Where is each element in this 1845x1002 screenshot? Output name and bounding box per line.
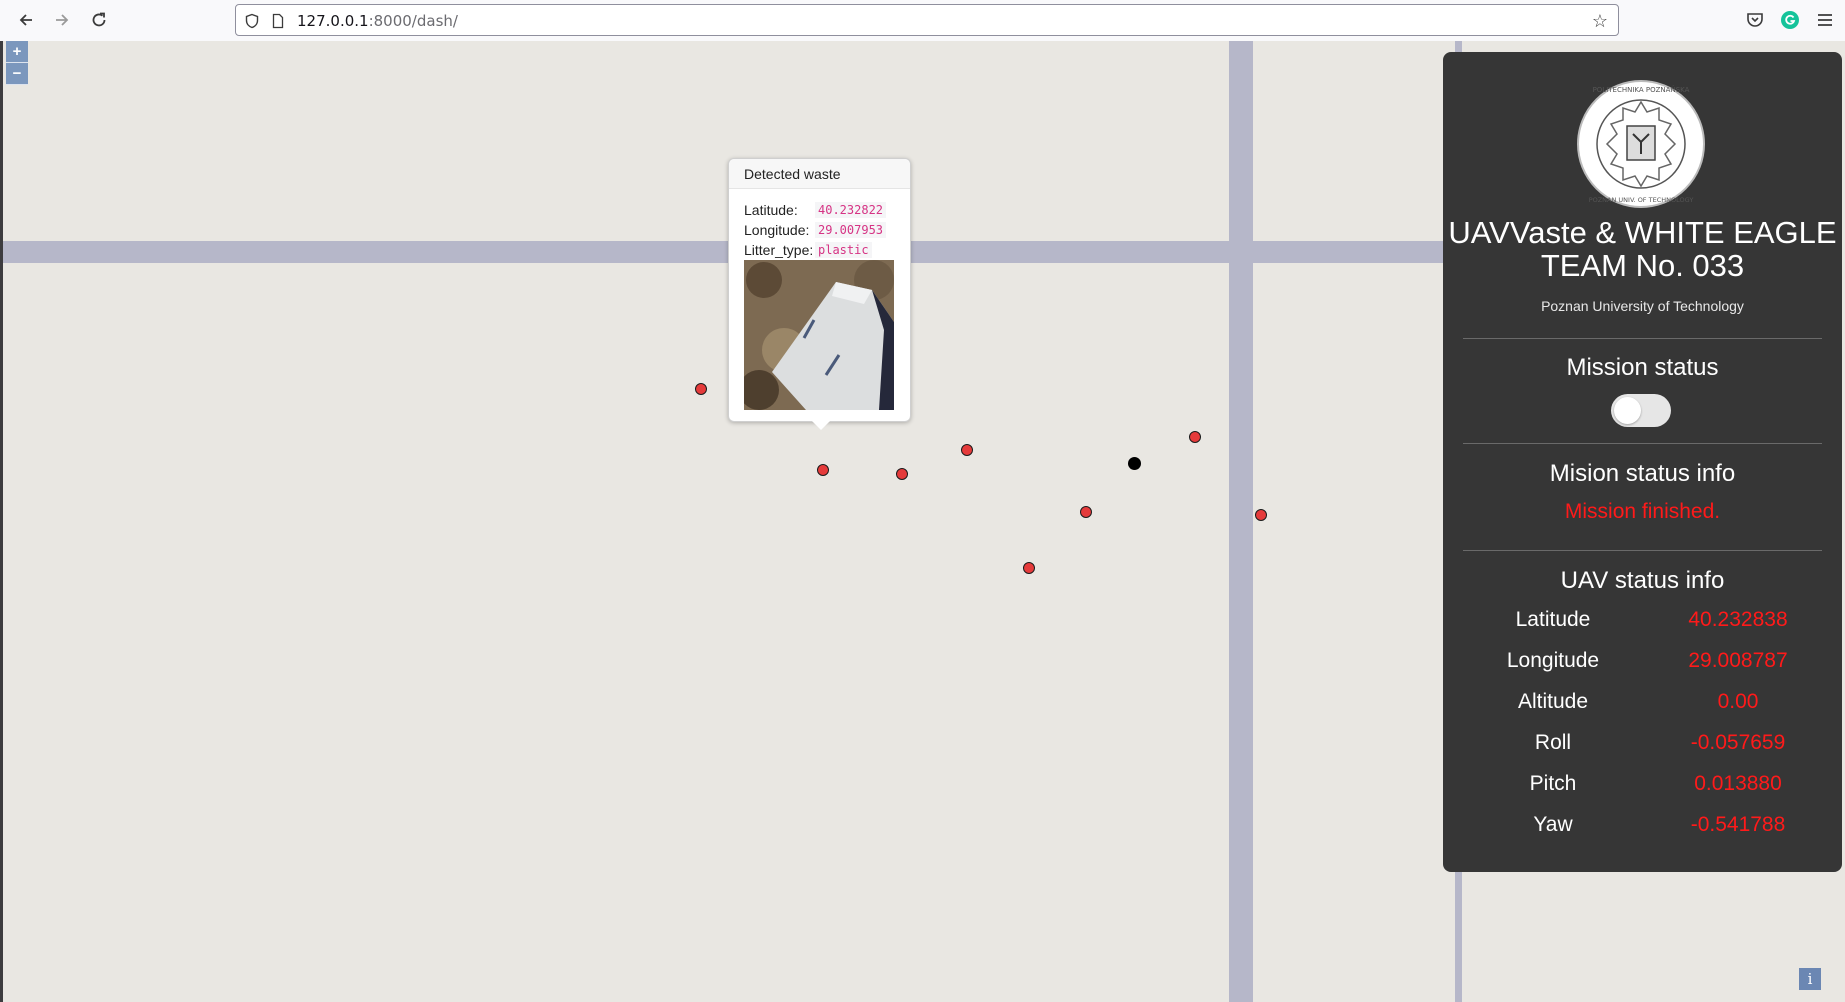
popup-litter-type-label: Litter_type:	[744, 242, 814, 258]
svg-text:POLITECHNIKA POZNAŃSKA: POLITECHNIKA POZNAŃSKA	[1593, 85, 1690, 94]
stat-value-pitch: 0.013880	[1694, 772, 1782, 795]
waste-marker[interactable]	[1023, 562, 1035, 574]
waste-marker[interactable]	[1080, 506, 1092, 518]
stat-label-yaw: Yaw	[1533, 813, 1573, 836]
popup-longitude-value: 29.007953	[815, 222, 887, 238]
grammarly-icon[interactable]	[1780, 10, 1800, 30]
mission-info-text: Mission finished.	[1564, 500, 1721, 523]
zoom-control: + −	[6, 41, 28, 85]
toggle-knob	[1614, 397, 1641, 424]
popup-latitude-label: Latitude:	[744, 202, 798, 218]
popup-pointer	[812, 421, 830, 430]
url-bar[interactable]: 127.0.0.1:8000/dash/ ☆	[235, 4, 1619, 36]
road-vertical	[1229, 41, 1253, 1002]
waste-marker[interactable]	[695, 383, 707, 395]
divider	[1463, 443, 1822, 444]
mission-status-toggle[interactable]	[1611, 394, 1671, 427]
stat-value-latitude: 40.232838	[1688, 608, 1788, 631]
url-text[interactable]: 127.0.0.1:8000/dash/	[297, 12, 458, 30]
divider	[1463, 338, 1822, 339]
waste-marker[interactable]	[961, 444, 973, 456]
stat-value-altitude: 0.00	[1717, 690, 1759, 713]
popup-latitude-value: 40.232822	[815, 202, 887, 218]
bookmark-star-icon[interactable]: ☆	[1592, 11, 1608, 32]
waste-marker[interactable]	[817, 464, 829, 476]
attribution-info-button[interactable]: i	[1799, 968, 1821, 990]
stat-value-roll: -0.057659	[1690, 731, 1786, 754]
browser-toolbar: 127.0.0.1:8000/dash/ ☆	[0, 0, 1845, 42]
university-name: Poznan University of Technology	[1541, 298, 1744, 314]
zoom-out-button[interactable]: −	[6, 63, 28, 85]
detected-waste-popup: Detected waste Latitude: 40.232822 Longi…	[728, 158, 911, 430]
stat-label-roll: Roll	[1534, 731, 1572, 754]
team-title: UAVVaste & WHITE EAGLE TEAM No. 033	[1448, 215, 1837, 283]
mission-status-title: Mission status	[1566, 354, 1719, 381]
divider	[1463, 550, 1822, 551]
popup-litter-type-value: plastic	[815, 242, 872, 258]
reload-icon[interactable]	[88, 9, 110, 31]
mission-info-title: Mision status info	[1549, 460, 1736, 487]
uav-position-marker[interactable]	[1128, 457, 1141, 470]
university-logo: POLITECHNIKA POZNAŃSKA POZNAN UNIV. OF T…	[1575, 78, 1707, 210]
stat-value-yaw: -0.541788	[1690, 813, 1786, 836]
stat-label-latitude: Latitude	[1515, 608, 1591, 631]
popup-longitude-label: Longitude:	[744, 222, 810, 238]
stat-label-altitude: Altitude	[1517, 690, 1589, 713]
back-icon[interactable]	[15, 9, 37, 31]
stat-label-longitude: Longitude	[1506, 649, 1600, 672]
waste-marker[interactable]	[896, 468, 908, 480]
pocket-icon[interactable]	[1745, 10, 1765, 30]
waste-marker[interactable]	[1189, 431, 1201, 443]
uav-info-title: UAV status info	[1560, 567, 1725, 594]
menu-icon[interactable]	[1815, 10, 1835, 30]
shield-icon[interactable]	[244, 13, 260, 29]
forward-icon[interactable]	[51, 9, 73, 31]
status-panel: POLITECHNIKA POZNAŃSKA POZNAN UNIV. OF T…	[1443, 52, 1842, 872]
waste-marker[interactable]	[1255, 509, 1267, 521]
stat-label-pitch: Pitch	[1529, 772, 1577, 795]
zoom-in-button[interactable]: +	[6, 41, 28, 63]
page-icon	[272, 13, 284, 29]
svg-text:POZNAN UNIV. OF TECHNOLOGY: POZNAN UNIV. OF TECHNOLOGY	[1589, 196, 1694, 204]
waste-photo	[744, 260, 894, 410]
popup-title: Detected waste	[729, 159, 910, 189]
stat-value-longitude: 29.008787	[1688, 649, 1788, 672]
